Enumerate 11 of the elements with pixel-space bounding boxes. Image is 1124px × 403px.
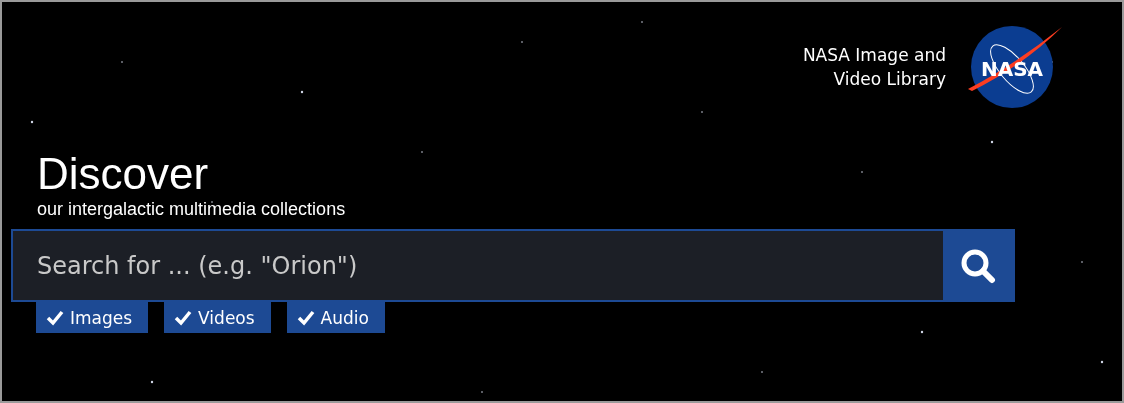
filter-checkbox[interactable]: Audio — [286, 302, 385, 333]
search-icon — [960, 247, 996, 284]
check-icon — [46, 309, 64, 326]
hero-subtitle: our intergalactic multimedia collections — [37, 198, 347, 220]
check-icon — [296, 309, 315, 326]
hero-title: Discover — [37, 150, 210, 198]
library-title[interactable]: NASA Image and Video Library — [802, 43, 946, 91]
search-field[interactable]: Search for ... (e.g. "Orion") — [13, 231, 943, 300]
filter-checkbox[interactable]: Images — [36, 302, 149, 333]
filter-checkbox[interactable]: Videos — [164, 302, 271, 333]
check-icon — [174, 309, 193, 326]
